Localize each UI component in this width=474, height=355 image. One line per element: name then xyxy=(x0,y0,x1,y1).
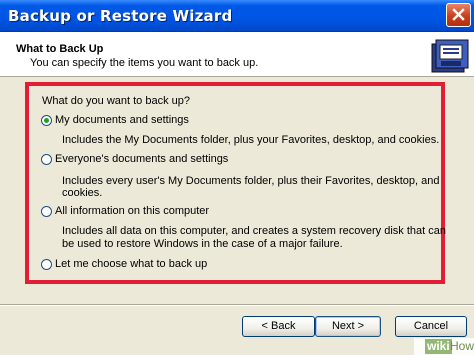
option-description: be used to restore Windows in the case o… xyxy=(62,238,343,250)
question-label: What do you want to back up? xyxy=(42,95,190,107)
close-icon xyxy=(452,8,465,21)
title-bar[interactable]: Backup or Restore Wizard xyxy=(0,0,474,32)
radio-everyones-documents[interactable] xyxy=(41,154,52,165)
window-title: Backup or Restore Wizard xyxy=(8,7,233,25)
next-button[interactable]: Next > xyxy=(315,316,381,337)
backup-wizard-icon xyxy=(431,39,469,73)
option-label[interactable]: Everyone's documents and settings xyxy=(55,153,228,165)
radio-my-documents[interactable] xyxy=(41,115,52,126)
radio-let-me-choose[interactable] xyxy=(41,259,52,270)
wizard-header: What to Back Up You can specify the item… xyxy=(0,32,474,77)
page-title: What to Back Up xyxy=(16,43,104,55)
footer-divider xyxy=(0,304,474,306)
radio-all-information[interactable] xyxy=(41,206,52,217)
option-description: Includes the My Documents folder, plus y… xyxy=(62,134,440,146)
cancel-button[interactable]: Cancel xyxy=(395,316,467,337)
option-description: Includes all data on this computer, and … xyxy=(62,225,446,237)
back-button[interactable]: < Back xyxy=(242,316,315,337)
option-label[interactable]: Let me choose what to back up xyxy=(55,258,207,270)
page-subtitle: You can specify the items you want to ba… xyxy=(30,57,259,69)
close-button[interactable] xyxy=(446,3,471,27)
option-label[interactable]: All information on this computer xyxy=(55,205,209,217)
option-description: Includes every user's My Documents folde… xyxy=(62,175,440,199)
option-label[interactable]: My documents and settings xyxy=(55,114,189,126)
watermark-wiki: wiki xyxy=(425,339,452,354)
watermark-how: How xyxy=(450,339,474,353)
